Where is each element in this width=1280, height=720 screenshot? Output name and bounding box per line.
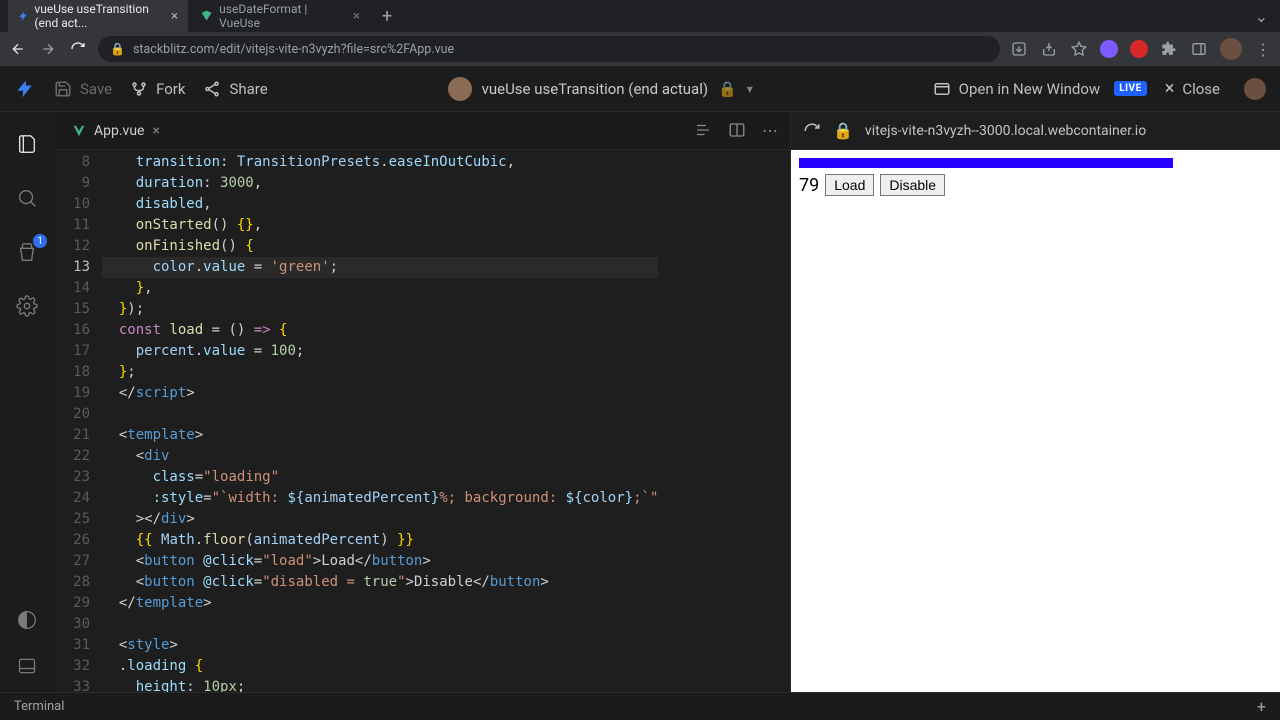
browser-tab-inactive[interactable]: useDateFormat | VueUse ×: [190, 0, 370, 36]
save-button[interactable]: Save: [54, 80, 112, 98]
chevron-down-icon[interactable]: ▾: [747, 82, 753, 96]
share-icon[interactable]: [1040, 40, 1058, 58]
file-tab[interactable]: App.vue ×: [62, 115, 170, 147]
vueuse-icon: [200, 9, 213, 23]
browser-tab-bar: vueUse useTransition (end act... × useDa…: [0, 0, 1280, 32]
split-icon[interactable]: [728, 121, 746, 140]
new-tab-button[interactable]: +: [372, 6, 402, 27]
settings-icon[interactable]: [15, 294, 39, 318]
lock-icon: 🔒: [718, 80, 737, 98]
vue-icon: [72, 124, 86, 138]
open-new-window-button[interactable]: Open in New Window LIVE: [933, 80, 1147, 98]
terminal-label: Terminal: [14, 699, 64, 714]
browser-chrome: vueUse useTransition (end act... × useDa…: [0, 0, 1280, 66]
url-input[interactable]: 🔒 stackblitz.com/edit/vitejs-vite-n3vyzh…: [98, 36, 1000, 62]
close-icon: ×: [1165, 78, 1175, 99]
editor-pane: App.vue × ⋯ 8910111213141516171819202122…: [54, 112, 790, 692]
preview-pane: 🔒 vitejs-vite-n3vyzh--3000.local.webcont…: [790, 112, 1280, 692]
load-button[interactable]: Load: [825, 174, 874, 196]
star-icon[interactable]: [1070, 40, 1088, 58]
chevron-down-icon[interactable]: ⌄: [1243, 7, 1280, 26]
line-gutter: 8910111213141516171819202122232425262728…: [54, 150, 102, 692]
extension-icon[interactable]: [1130, 40, 1148, 58]
profile-avatar[interactable]: [1220, 38, 1242, 60]
puzzle-icon[interactable]: [1160, 40, 1178, 58]
explorer-icon[interactable]: [15, 132, 39, 156]
file-tab-label: App.vue: [94, 123, 144, 139]
browser-tab-active[interactable]: vueUse useTransition (end act... ×: [8, 0, 188, 36]
browser-tab-title: useDateFormat | VueUse: [219, 2, 343, 30]
theme-icon[interactable]: [15, 608, 39, 632]
plus-icon[interactable]: +: [1257, 697, 1266, 716]
main-layout: 1 App.vue × ⋯ 8910111213141516171819202: [0, 112, 1280, 692]
percent-value: 79: [799, 175, 819, 196]
browser-tab-title: vueUse useTransition (end act...: [34, 2, 161, 30]
reload-icon[interactable]: [803, 122, 821, 140]
live-badge: LIVE: [1114, 81, 1147, 96]
bolt-icon: [18, 9, 28, 23]
extension-icon[interactable]: [1100, 40, 1118, 58]
code-content: transition: TransitionPresets.easeInOutC…: [102, 150, 658, 692]
project-title[interactable]: vueUse useTransition (end actual) 🔒 ▾: [448, 77, 753, 101]
stackblitz-logo-icon[interactable]: [14, 78, 36, 100]
user-avatar[interactable]: [1244, 78, 1266, 100]
lock-icon: 🔒: [833, 121, 853, 140]
panel-icon[interactable]: [15, 654, 39, 678]
close-button[interactable]: × Close: [1165, 78, 1220, 99]
preview-toolbar: 🔒 vitejs-vite-n3vyzh--3000.local.webcont…: [791, 112, 1280, 150]
format-icon[interactable]: [694, 121, 712, 140]
back-button[interactable]: [8, 39, 28, 59]
sidepanel-icon[interactable]: [1190, 40, 1208, 58]
kebab-icon[interactable]: ⋮: [1254, 40, 1272, 58]
close-icon[interactable]: ×: [152, 123, 159, 139]
disable-button[interactable]: Disable: [880, 174, 945, 196]
forward-button[interactable]: [38, 39, 58, 59]
reload-button[interactable]: [68, 39, 88, 59]
share-button[interactable]: Share: [203, 80, 267, 98]
search-icon[interactable]: [15, 186, 39, 210]
owner-avatar: [448, 77, 472, 101]
code-editor[interactable]: 8910111213141516171819202122232425262728…: [54, 150, 790, 692]
preview-body: 79 Load Disable: [791, 150, 1280, 692]
loading-bar: [799, 158, 1173, 168]
install-icon[interactable]: [1010, 40, 1028, 58]
close-icon[interactable]: ×: [353, 9, 360, 24]
badge-count: 1: [33, 234, 47, 248]
browser-toolbar-icons: ⋮: [1010, 38, 1272, 60]
activity-bar: 1: [0, 112, 54, 692]
ports-icon[interactable]: 1: [15, 240, 39, 264]
file-tab-bar: App.vue × ⋯: [54, 112, 790, 150]
url-text: stackblitz.com/edit/vitejs-vite-n3vyzh?f…: [133, 42, 454, 57]
terminal-bar[interactable]: Terminal +: [0, 692, 1280, 720]
more-icon[interactable]: ⋯: [762, 121, 778, 140]
preview-url[interactable]: vitejs-vite-n3vyzh--3000.local.webcontai…: [865, 123, 1268, 139]
app-toolbar: Save Fork Share vueUse useTransition (en…: [0, 66, 1280, 112]
close-icon[interactable]: ×: [171, 9, 178, 24]
fork-button[interactable]: Fork: [130, 80, 185, 98]
lock-icon: 🔒: [110, 42, 125, 56]
browser-address-bar: 🔒 stackblitz.com/edit/vitejs-vite-n3vyzh…: [0, 32, 1280, 66]
